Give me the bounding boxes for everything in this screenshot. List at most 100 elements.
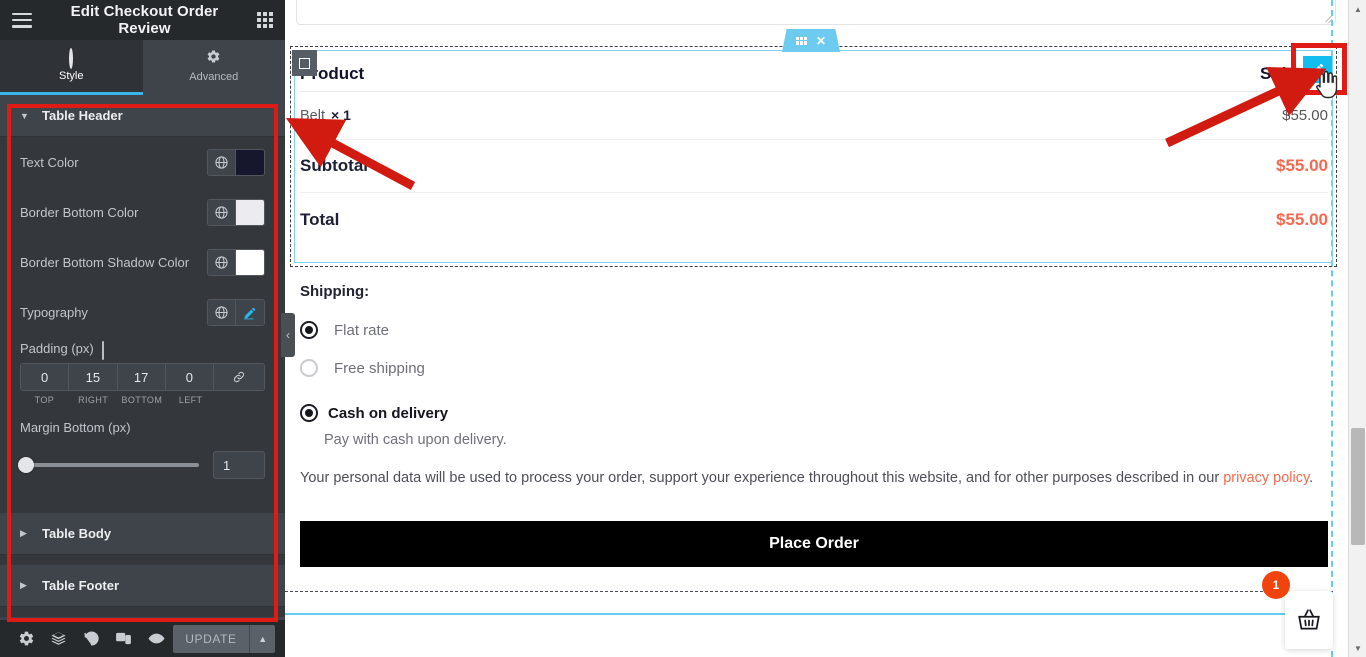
- contrast-icon: [69, 47, 74, 69]
- globe-icon-border-bottom-color[interactable]: [208, 200, 236, 225]
- payment-method-label: Cash on delivery: [328, 404, 449, 422]
- section-table-header[interactable]: ▼ Table Header: [0, 95, 285, 137]
- order-review-table: Product Subtotal Belt × 1 $55.00 Subtotal…: [300, 56, 1328, 246]
- control-text-color: Text Color: [0, 137, 285, 187]
- section-divider-3: [0, 607, 285, 617]
- margin-bottom-slider[interactable]: [18, 457, 199, 473]
- padding-left-legend: LEFT: [178, 395, 203, 405]
- section-table-footer-label: Table Footer: [42, 578, 120, 593]
- history-revisions-icon[interactable]: [75, 620, 108, 657]
- padding-legend-spacer: [215, 395, 265, 405]
- shopping-basket-icon: [1298, 609, 1320, 630]
- elementor-editor-screen: Edit Checkout Order Review Style Advance…: [0, 0, 1366, 657]
- globe-icon-border-bottom-shadow-color[interactable]: [208, 250, 236, 275]
- item-qty: × 1: [331, 107, 351, 123]
- payment-method-cash-on-delivery[interactable]: Cash on delivery: [300, 404, 448, 422]
- item-price: $55.00: [1282, 107, 1328, 124]
- table-row-subtotal: Subtotal $55.00: [300, 140, 1328, 193]
- item-name: Belt: [300, 108, 325, 124]
- payment-description: Pay with cash upon delivery.: [324, 432, 507, 448]
- page-scrollbar[interactable]: ▲ ▼: [1348, 0, 1366, 657]
- update-options-caret-icon[interactable]: ▲: [249, 624, 275, 653]
- padding-top-input[interactable]: 0: [21, 364, 70, 390]
- control-padding-label: Padding (px): [20, 341, 94, 356]
- section-table-footer[interactable]: ▶ Table Footer: [0, 565, 285, 607]
- preview-eye-icon[interactable]: [140, 620, 173, 657]
- control-border-bottom-color: Border Bottom Color: [0, 187, 285, 237]
- gear-icon: [206, 49, 221, 67]
- shipping-option-flat-rate[interactable]: Flat rate: [300, 321, 389, 339]
- order-notes-textarea[interactable]: [296, 0, 1336, 25]
- control-border-bottom-shadow-color: Border Bottom Shadow Color: [0, 237, 285, 287]
- padding-bottom-input[interactable]: 17: [117, 364, 166, 390]
- drag-dots-icon[interactable]: [795, 36, 807, 45]
- privacy-notice-text: Your personal data will be used to proce…: [300, 470, 1224, 486]
- section-divider-1: [0, 503, 285, 513]
- swatch-border-bottom-shadow-color[interactable]: [236, 250, 264, 275]
- swatch-border-bottom-color[interactable]: [236, 200, 264, 225]
- table-row-total: Total $55.00: [300, 193, 1328, 246]
- control-border-bottom-color-label: Border Bottom Color: [20, 205, 139, 220]
- tab-style-label: Style: [59, 69, 84, 82]
- close-x-icon[interactable]: ✕: [816, 35, 826, 47]
- chevron-down-icon: ▼: [20, 110, 29, 121]
- padding-bottom-legend: BOTTOM: [121, 395, 163, 405]
- panel-collapse-toggle[interactable]: ‹: [281, 313, 295, 357]
- globe-icon-text-color[interactable]: [208, 150, 236, 175]
- privacy-notice-suffix: .: [1309, 470, 1314, 486]
- subtotal-value: $55.00: [1276, 156, 1328, 175]
- radio-cash-on-delivery[interactable]: [300, 404, 318, 422]
- control-typography-label: Typography: [20, 305, 88, 320]
- place-order-button[interactable]: Place Order: [300, 521, 1328, 567]
- section-divider-2: [0, 555, 285, 565]
- margin-bottom-slider-row: 1: [0, 451, 285, 479]
- control-typography: Typography: [0, 287, 285, 337]
- radio-free-shipping[interactable]: [300, 359, 318, 377]
- settings-gear-icon[interactable]: [10, 620, 43, 657]
- control-padding: Padding (px) 0 15 17 0 TOP RIGHT BOTTOM: [0, 341, 285, 405]
- margin-bottom-input[interactable]: 1: [213, 451, 265, 479]
- lower-section-dashed-outline: [285, 591, 1333, 592]
- scrollbar-thumb[interactable]: [1351, 428, 1365, 545]
- control-text-color-label: Text Color: [20, 155, 79, 170]
- pencil-icon-typography[interactable]: [236, 300, 264, 325]
- update-button[interactable]: UPDATE: [172, 624, 250, 653]
- tab-advanced[interactable]: Advanced: [143, 40, 286, 95]
- panel-tabs: Style Advanced: [0, 40, 285, 95]
- edit-widget-pencil-button[interactable]: [1303, 56, 1332, 83]
- scrollbar-down-arrow[interactable]: ▼: [1349, 639, 1366, 657]
- control-border-bottom-shadow-color-label: Border Bottom Shadow Color: [20, 255, 190, 270]
- editor-panel: Edit Checkout Order Review Style Advance…: [0, 0, 285, 657]
- floating-cart-button[interactable]: [1285, 591, 1333, 649]
- link-icon-padding[interactable]: [214, 364, 264, 390]
- swatch-text-color[interactable]: [236, 150, 264, 175]
- globe-icon-typography[interactable]: [208, 300, 236, 325]
- column-handle-icon[interactable]: [292, 50, 317, 76]
- control-margin-bottom-label: Margin Bottom (px): [20, 420, 131, 435]
- desktop-icon[interactable]: [101, 341, 117, 360]
- cart-count-badge: 1: [1262, 571, 1290, 599]
- table-row: Belt × 1 $55.00: [300, 92, 1328, 140]
- lower-section-blue-outline: [285, 613, 1333, 615]
- chevron-right-icon-table-body: ▶: [20, 528, 27, 538]
- tab-style[interactable]: Style: [0, 40, 143, 95]
- padding-top-legend: TOP: [34, 395, 55, 405]
- panel-title: Edit Checkout Order Review: [70, 3, 219, 37]
- section-table-body[interactable]: ▶ Table Body: [0, 513, 285, 555]
- section-table-body-label: Table Body: [42, 526, 112, 541]
- shipping-option-free-shipping[interactable]: Free shipping: [300, 359, 425, 377]
- navigator-layers-icon[interactable]: [43, 620, 76, 657]
- table-header-row: Product Subtotal: [300, 56, 1328, 92]
- radio-flat-rate[interactable]: [300, 321, 318, 339]
- shipping-title: Shipping:: [300, 283, 370, 300]
- section-global-font[interactable]: ▶ Global Font: [0, 617, 285, 620]
- scrollbar-up-arrow[interactable]: ▲: [1349, 0, 1366, 18]
- slider-knob[interactable]: [18, 457, 34, 473]
- section-table-header-label: Table Header: [42, 108, 123, 123]
- padding-right-input[interactable]: 15: [69, 364, 118, 390]
- padding-left-input[interactable]: 0: [165, 364, 214, 390]
- hamburger-menu-icon[interactable]: [12, 12, 32, 28]
- privacy-policy-link[interactable]: privacy policy: [1223, 470, 1309, 486]
- grid-apps-icon[interactable]: [257, 12, 273, 28]
- responsive-mode-icon[interactable]: [108, 620, 141, 657]
